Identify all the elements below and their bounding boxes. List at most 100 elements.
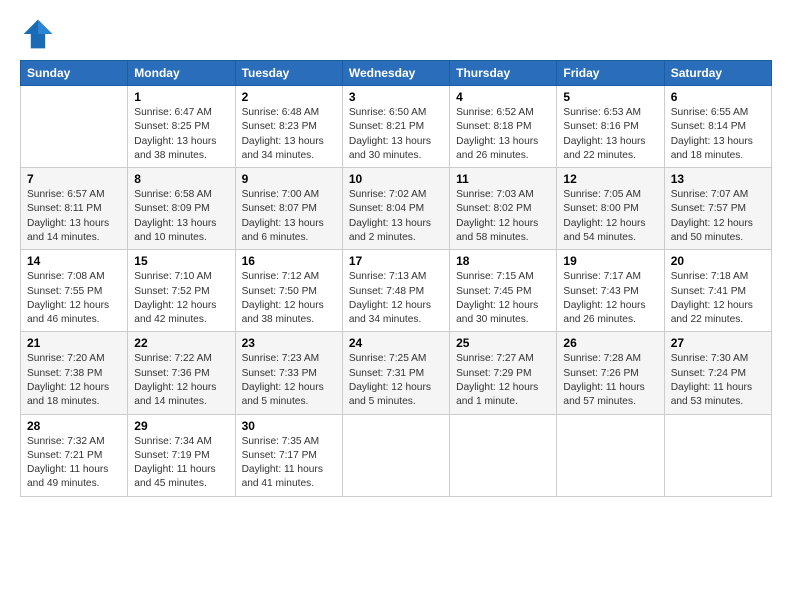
cell-info: Sunrise: 6:47 AM Sunset: 8:25 PM Dayligh… [134, 106, 228, 163]
calendar-cell: 18Sunrise: 7:15 AM Sunset: 7:45 PM Dayli… [450, 250, 557, 332]
cell-info: Sunrise: 7:08 AM Sunset: 7:55 PM Dayligh… [27, 270, 121, 327]
calendar-cell: 9Sunrise: 7:00 AM Sunset: 8:07 PM Daylig… [235, 168, 342, 250]
cell-date: 13 [671, 172, 765, 186]
cell-date: 10 [349, 172, 443, 186]
cell-info: Sunrise: 6:57 AM Sunset: 8:11 PM Dayligh… [27, 188, 121, 245]
cell-info: Sunrise: 6:48 AM Sunset: 8:23 PM Dayligh… [242, 106, 336, 163]
calendar-cell: 17 Sunrise: 7:13 AM Sunset: 7:48 PM Dayli… [342, 250, 449, 332]
cell-info: Sunrise: 7:34 AM Sunset: 7:19 PM Dayligh… [134, 435, 228, 492]
calendar-cell [21, 86, 128, 168]
cell-info: Sunrise: 7:25 AM Sunset: 7:31 PM Dayligh… [349, 352, 443, 409]
cell-info: Sunrise: 7:35 AM Sunset: 7:17 PM Dayligh… [242, 435, 336, 492]
day-header-wednesday: Wednesday [342, 61, 449, 86]
cell-date: 15 [134, 254, 228, 268]
calendar-cell: 24 Sunrise: 7:25 AM Sunset: 7:31 PM Dayli… [342, 332, 449, 414]
cell-info: Sunrise: 7:10 AM Sunset: 7:52 PM Dayligh… [134, 270, 228, 327]
cell-info: Sunrise: 7:18 AM Sunset: 7:41 PM Dayligh… [671, 270, 765, 327]
page: SundayMondayTuesdayWednesdayThursdayFrid… [0, 0, 792, 507]
cell-date: 22 [134, 336, 228, 350]
cell-info: Sunrise: 6:55 AM Sunset: 8:14 PM Dayligh… [671, 106, 765, 163]
week-row-3: 14 Sunrise: 7:08 AM Sunset: 7:55 PM Dayli… [21, 250, 772, 332]
calendar-cell: 1 Sunrise: 6:47 AM Sunset: 8:25 PM Daylig… [128, 86, 235, 168]
cell-info: Sunrise: 6:52 AM Sunset: 8:18 PM Dayligh… [456, 106, 550, 163]
week-row-1: 1 Sunrise: 6:47 AM Sunset: 8:25 PM Daylig… [21, 86, 772, 168]
calendar-cell: 10 Sunrise: 7:02 AM Sunset: 8:04 PM Dayli… [342, 168, 449, 250]
header [20, 16, 772, 52]
cell-date: 14 [27, 254, 121, 268]
cell-date: 8 [134, 172, 228, 186]
cell-info: Sunrise: 6:50 AM Sunset: 8:21 PM Dayligh… [349, 106, 443, 163]
week-row-5: 28 Sunrise: 7:32 AM Sunset: 7:21 PM Dayli… [21, 414, 772, 496]
calendar-cell: 15 Sunrise: 7:10 AM Sunset: 7:52 PM Dayli… [128, 250, 235, 332]
week-row-4: 21Sunrise: 7:20 AM Sunset: 7:38 PM Dayli… [21, 332, 772, 414]
calendar-cell: 2 Sunrise: 6:48 AM Sunset: 8:23 PM Daylig… [235, 86, 342, 168]
cell-info: Sunrise: 7:20 AM Sunset: 7:38 PM Dayligh… [27, 352, 121, 409]
calendar-cell: 12Sunrise: 7:05 AM Sunset: 8:00 PM Dayli… [557, 168, 664, 250]
cell-date: 4 [456, 90, 550, 104]
calendar-cell: 13 Sunrise: 7:07 AM Sunset: 7:57 PM Dayli… [664, 168, 771, 250]
cell-info: Sunrise: 6:53 AM Sunset: 8:16 PM Dayligh… [563, 106, 657, 163]
cell-date: 2 [242, 90, 336, 104]
header-row: SundayMondayTuesdayWednesdayThursdayFrid… [21, 61, 772, 86]
cell-date: 7 [27, 172, 121, 186]
calendar-cell: 11 Sunrise: 7:03 AM Sunset: 8:02 PM Dayli… [450, 168, 557, 250]
calendar-cell: 4 Sunrise: 6:52 AM Sunset: 8:18 PM Daylig… [450, 86, 557, 168]
calendar-cell: 30 Sunrise: 7:35 AM Sunset: 7:17 PM Dayli… [235, 414, 342, 496]
cell-date: 20 [671, 254, 765, 268]
calendar-cell: 8 Sunrise: 6:58 AM Sunset: 8:09 PM Daylig… [128, 168, 235, 250]
day-header-monday: Monday [128, 61, 235, 86]
cell-date: 6 [671, 90, 765, 104]
calendar-cell: 14 Sunrise: 7:08 AM Sunset: 7:55 PM Dayli… [21, 250, 128, 332]
cell-info: Sunrise: 7:07 AM Sunset: 7:57 PM Dayligh… [671, 188, 765, 245]
cell-date: 23 [242, 336, 336, 350]
calendar-header: SundayMondayTuesdayWednesdayThursdayFrid… [21, 61, 772, 86]
cell-date: 24 [349, 336, 443, 350]
cell-info: Sunrise: 7:30 AM Sunset: 7:24 PM Dayligh… [671, 352, 765, 409]
cell-date: 1 [134, 90, 228, 104]
day-header-tuesday: Tuesday [235, 61, 342, 86]
week-row-2: 7 Sunrise: 6:57 AM Sunset: 8:11 PM Daylig… [21, 168, 772, 250]
cell-info: Sunrise: 7:28 AM Sunset: 7:26 PM Dayligh… [563, 352, 657, 409]
day-header-thursday: Thursday [450, 61, 557, 86]
calendar: SundayMondayTuesdayWednesdayThursdayFrid… [20, 60, 772, 497]
cell-info: Sunrise: 7:15 AM Sunset: 7:45 PM Dayligh… [456, 270, 550, 327]
cell-info: Sunrise: 7:12 AM Sunset: 7:50 PM Dayligh… [242, 270, 336, 327]
cell-date: 16 [242, 254, 336, 268]
logo [20, 16, 60, 52]
calendar-cell [557, 414, 664, 496]
cell-date: 26 [563, 336, 657, 350]
calendar-body: 1 Sunrise: 6:47 AM Sunset: 8:25 PM Daylig… [21, 86, 772, 497]
logo-icon [20, 16, 56, 52]
calendar-cell: 6 Sunrise: 6:55 AM Sunset: 8:14 PM Daylig… [664, 86, 771, 168]
calendar-cell: 28 Sunrise: 7:32 AM Sunset: 7:21 PM Dayli… [21, 414, 128, 496]
calendar-cell [342, 414, 449, 496]
cell-date: 12 [563, 172, 657, 186]
calendar-cell [664, 414, 771, 496]
calendar-cell: 16 Sunrise: 7:12 AM Sunset: 7:50 PM Dayli… [235, 250, 342, 332]
cell-date: 28 [27, 419, 121, 433]
cell-info: Sunrise: 7:27 AM Sunset: 7:29 PM Dayligh… [456, 352, 550, 409]
cell-info: Sunrise: 7:13 AM Sunset: 7:48 PM Dayligh… [349, 270, 443, 327]
calendar-cell: 19Sunrise: 7:17 AM Sunset: 7:43 PM Dayli… [557, 250, 664, 332]
cell-date: 9 [242, 172, 336, 186]
calendar-cell [450, 414, 557, 496]
day-header-friday: Friday [557, 61, 664, 86]
cell-info: Sunrise: 6:58 AM Sunset: 8:09 PM Dayligh… [134, 188, 228, 245]
cell-info: Sunrise: 7:02 AM Sunset: 8:04 PM Dayligh… [349, 188, 443, 245]
calendar-cell: 25 Sunrise: 7:27 AM Sunset: 7:29 PM Dayli… [450, 332, 557, 414]
cell-info: Sunrise: 7:03 AM Sunset: 8:02 PM Dayligh… [456, 188, 550, 245]
calendar-cell: 23Sunrise: 7:23 AM Sunset: 7:33 PM Dayli… [235, 332, 342, 414]
cell-date: 25 [456, 336, 550, 350]
cell-date: 11 [456, 172, 550, 186]
calendar-cell: 29 Sunrise: 7:34 AM Sunset: 7:19 PM Dayli… [128, 414, 235, 496]
cell-date: 29 [134, 419, 228, 433]
calendar-cell: 7 Sunrise: 6:57 AM Sunset: 8:11 PM Daylig… [21, 168, 128, 250]
cell-date: 30 [242, 419, 336, 433]
cell-info: Sunrise: 7:22 AM Sunset: 7:36 PM Dayligh… [134, 352, 228, 409]
cell-date: 17 [349, 254, 443, 268]
calendar-cell: 22 Sunrise: 7:22 AM Sunset: 7:36 PM Dayli… [128, 332, 235, 414]
calendar-cell: 5Sunrise: 6:53 AM Sunset: 8:16 PM Daylig… [557, 86, 664, 168]
cell-date: 27 [671, 336, 765, 350]
cell-info: Sunrise: 7:32 AM Sunset: 7:21 PM Dayligh… [27, 435, 121, 492]
day-header-sunday: Sunday [21, 61, 128, 86]
